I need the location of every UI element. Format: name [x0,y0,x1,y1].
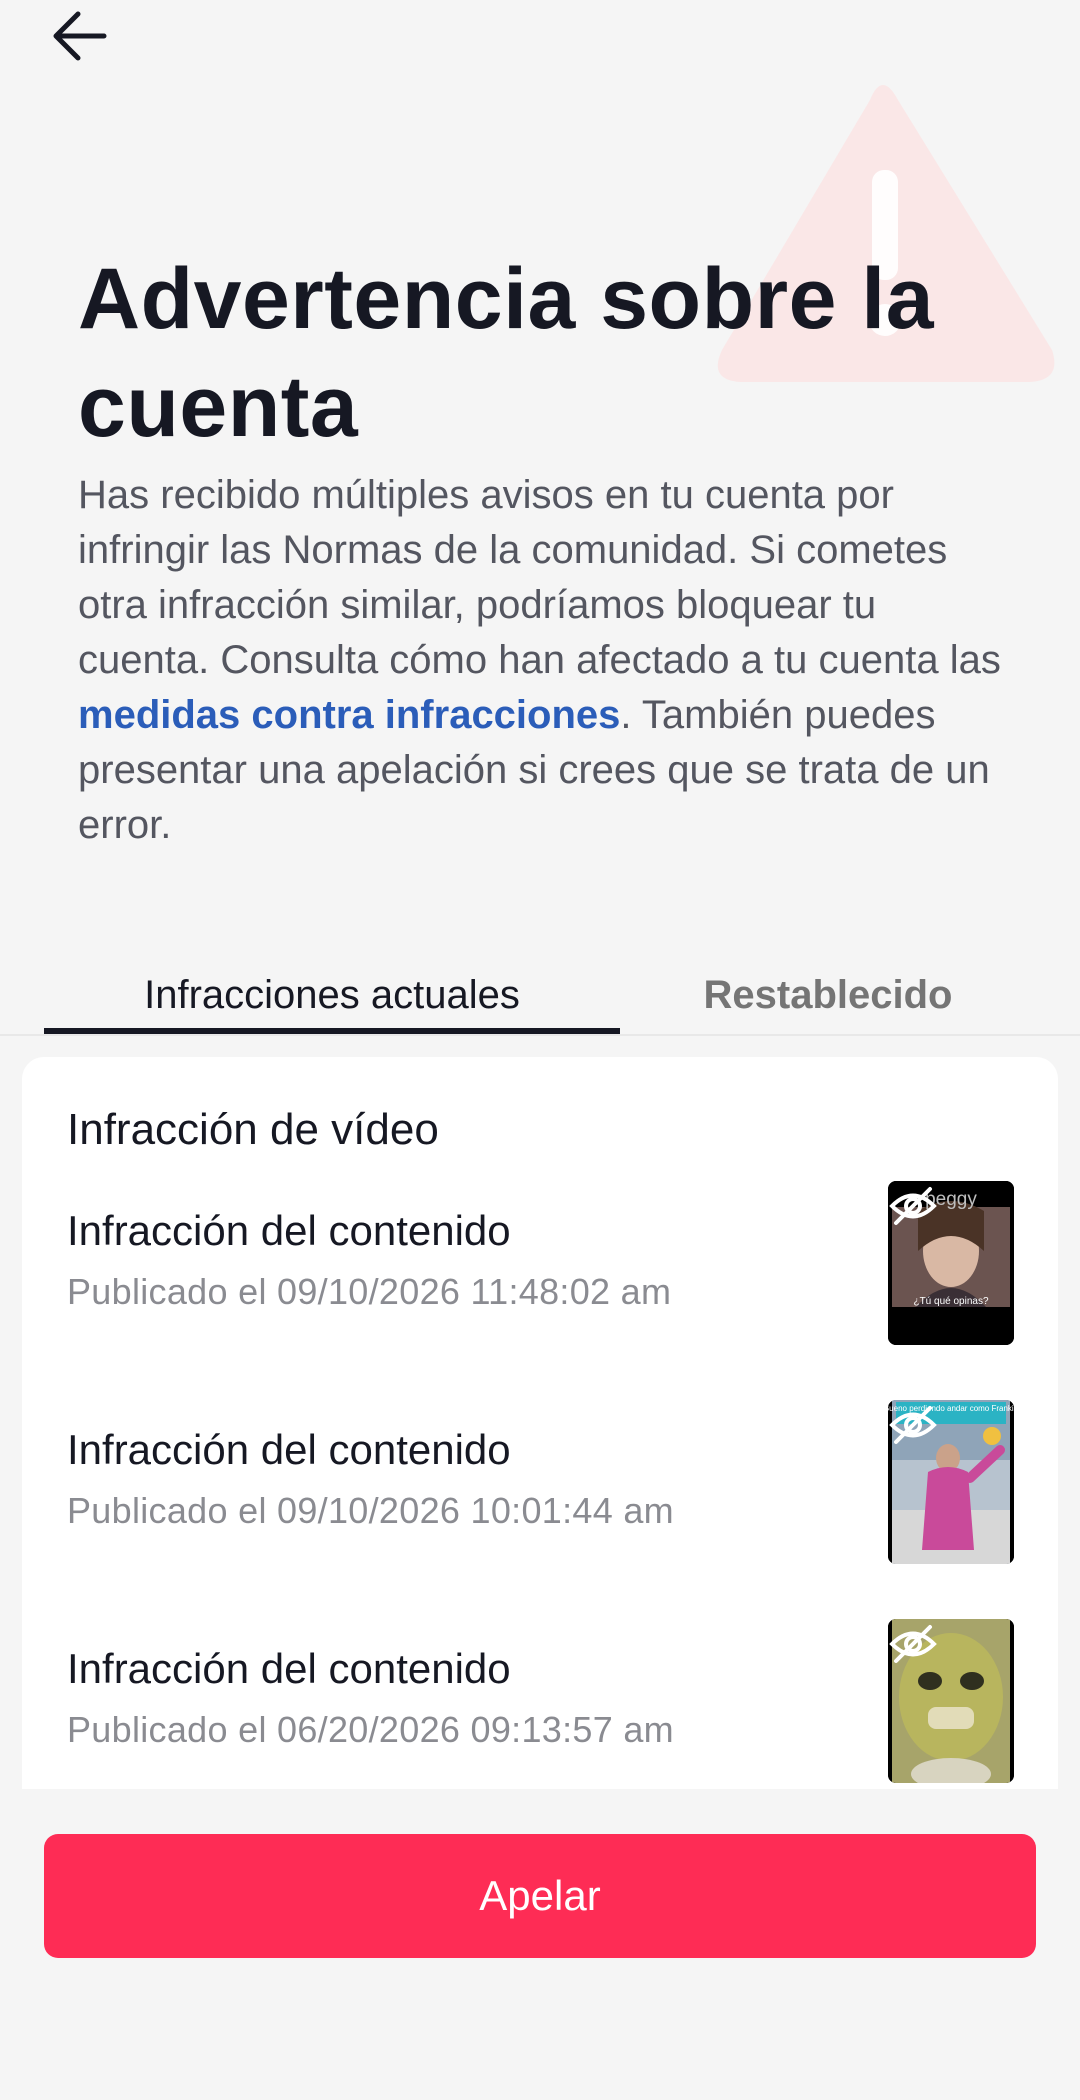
page-description: Has recibido múltiples avisos en tu cuen… [78,468,1018,853]
violation-date: Publicado el 06/20/2026 09:13:57 am [67,1709,674,1750]
video-thumbnail[interactable]: peggy ¿Tú qué opinas? [888,1181,1014,1345]
tab-restored[interactable]: Restablecido [640,970,1016,1020]
card-title: Infracción de vídeo [67,1105,439,1154]
page-title: Advertencia sobre la cuenta [78,251,935,455]
appeal-button[interactable]: Apelar [44,1834,1036,1958]
back-button[interactable] [40,4,120,68]
violation-item[interactable]: Infracción del contenido Publicado el 06… [22,1619,1058,1789]
violation-title: Infracción del contenido [67,1207,511,1254]
violation-date: Publicado el 09/10/2026 11:48:02 am [67,1271,672,1312]
video-thumbnail[interactable] [888,1619,1014,1783]
tab-bar: Infracciones actuales Restablecido [0,960,1080,1036]
violation-item[interactable]: Infracción del contenido Publicado el 09… [22,1181,1058,1377]
active-tab-indicator [44,1028,620,1034]
thumb-caption-bottom: ¿Tú qué opinas? [913,1296,988,1307]
tab-current-violations[interactable]: Infracciones actuales [44,970,620,1020]
arrow-left-icon [53,11,107,61]
violation-item[interactable]: Infracción del contenido Publicado el 09… [22,1400,1058,1596]
eye-off-icon [889,1625,937,1663]
violation-date: Publicado el 09/10/2026 10:01:44 am [67,1490,674,1531]
violation-title: Infracción del contenido [67,1426,511,1473]
violation-title: Infracción del contenido [67,1645,511,1692]
video-thumbnail[interactable]: Bueno perdiendo andar como Frankie [888,1400,1014,1564]
description-text: Has recibido múltiples avisos en tu cuen… [78,473,1001,682]
eye-off-icon [889,1406,937,1444]
violations-measures-link[interactable]: medidas contra infracciones [78,693,620,737]
violations-card: Infracción de vídeo Infracción del conte… [22,1057,1058,1789]
eye-off-icon [889,1187,937,1225]
